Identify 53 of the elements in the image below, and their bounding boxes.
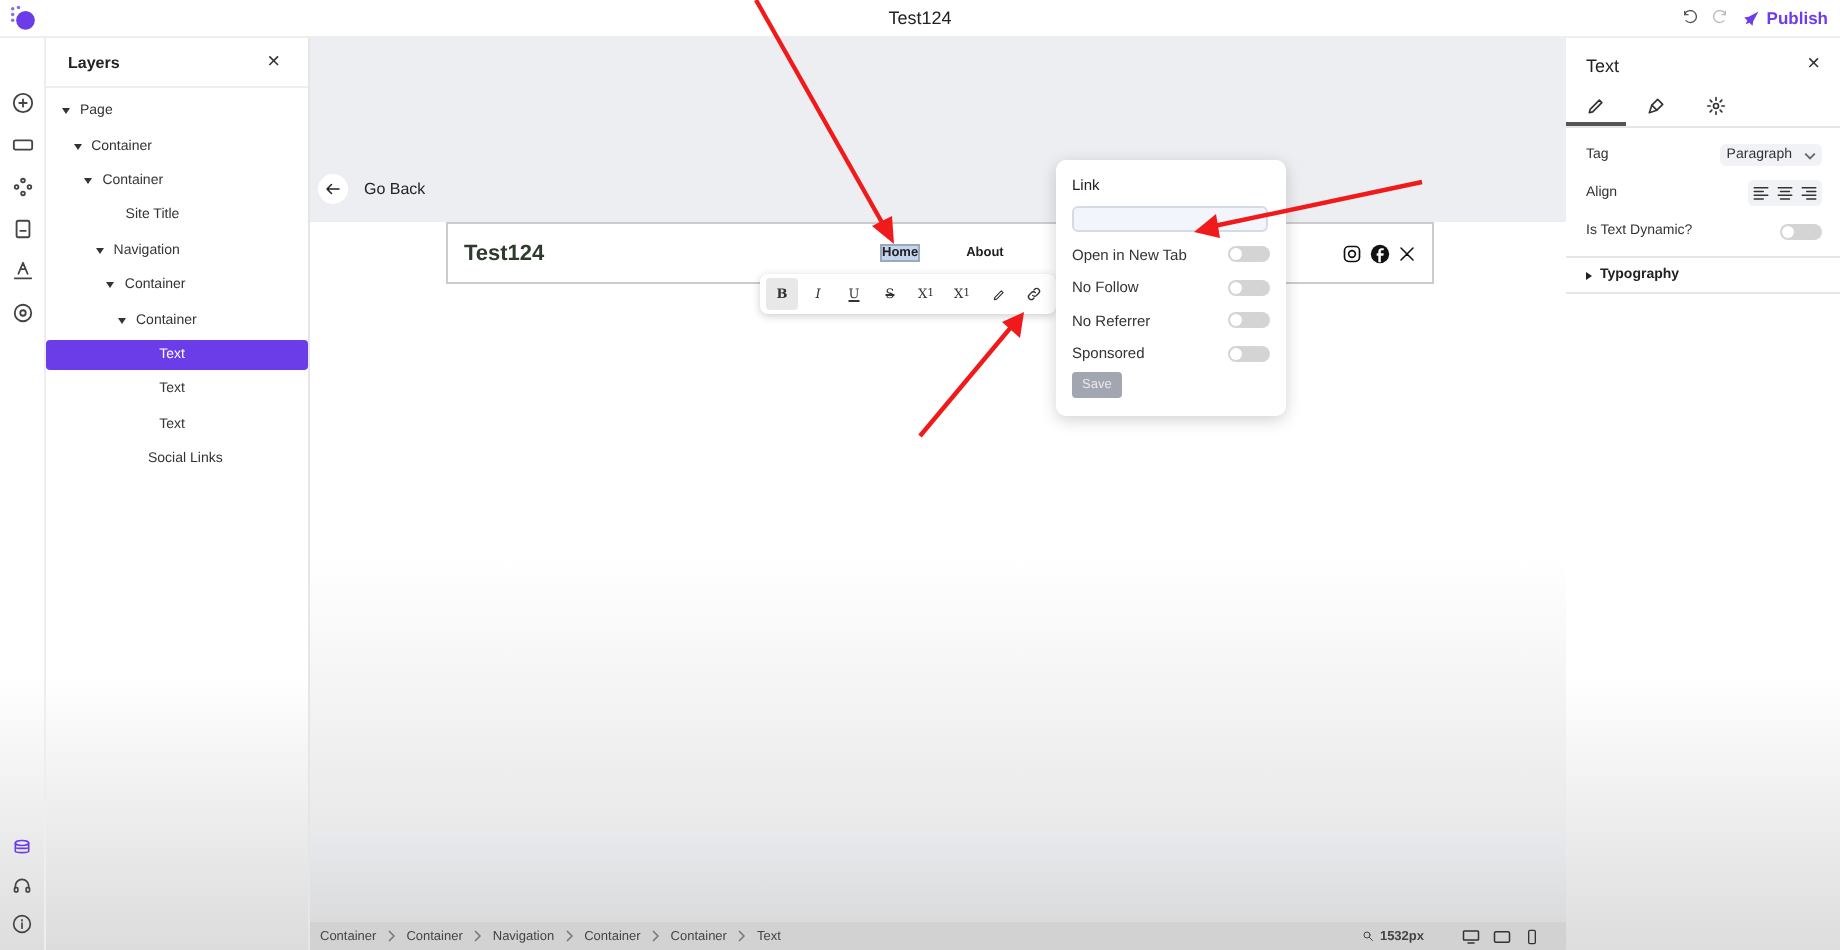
chevron-icon bbox=[386, 930, 397, 942]
toggle-switch[interactable] bbox=[1228, 312, 1270, 329]
x-logo-icon[interactable] bbox=[1398, 243, 1416, 263]
document-title: Test124 bbox=[888, 8, 952, 28]
site-title: Test124 bbox=[464, 241, 545, 265]
components-icon[interactable] bbox=[11, 176, 33, 198]
pages-icon[interactable] bbox=[11, 218, 33, 240]
desktop-icon[interactable] bbox=[1462, 927, 1480, 945]
toggle-switch[interactable] bbox=[1228, 345, 1270, 362]
toggle-switch[interactable] bbox=[1228, 246, 1270, 263]
chevron-down-icon bbox=[1804, 151, 1816, 159]
settings-icon[interactable] bbox=[11, 302, 33, 324]
align-left-button[interactable] bbox=[1750, 182, 1772, 204]
section-icon[interactable] bbox=[11, 134, 33, 156]
typography-icon[interactable] bbox=[11, 260, 33, 282]
layers-icon[interactable] bbox=[12, 838, 32, 858]
toggle-switch[interactable] bbox=[1228, 279, 1270, 296]
headset-icon[interactable] bbox=[12, 876, 32, 896]
panel-title: Text bbox=[1586, 55, 1620, 75]
link-icon bbox=[1026, 286, 1042, 302]
go-back-label[interactable]: Go Back bbox=[364, 179, 426, 197]
back-arrow-icon[interactable] bbox=[324, 179, 342, 197]
undo-icon[interactable] bbox=[1682, 10, 1699, 26]
search-icon bbox=[1361, 930, 1374, 942]
close-button[interactable]: × bbox=[1807, 54, 1820, 76]
logo-icon bbox=[8, 4, 36, 32]
back-button[interactable] bbox=[318, 173, 348, 203]
facebook-icon[interactable] bbox=[1370, 243, 1390, 263]
rocket-icon bbox=[1742, 9, 1761, 27]
align-right-icon bbox=[1800, 184, 1818, 202]
chevron-icon bbox=[650, 930, 661, 942]
chevron-icon bbox=[736, 930, 747, 942]
align-center-icon bbox=[1776, 184, 1794, 202]
chevron-icon bbox=[472, 930, 483, 942]
align-left-icon bbox=[1752, 184, 1770, 202]
pen-icon bbox=[991, 287, 1005, 301]
pencil-icon bbox=[1586, 95, 1606, 115]
phone-icon[interactable] bbox=[1524, 927, 1540, 945]
align-right-button[interactable] bbox=[1798, 182, 1820, 204]
close-button[interactable]: × bbox=[267, 52, 280, 74]
info-icon[interactable] bbox=[12, 914, 32, 934]
gear-icon bbox=[1706, 95, 1726, 115]
brush-icon bbox=[1646, 95, 1666, 115]
annotation-arrow bbox=[918, 312, 1024, 438]
panel-title: Layers bbox=[68, 54, 120, 72]
publish-button[interactable]: Publish bbox=[1742, 8, 1828, 28]
toggle-switch[interactable] bbox=[1780, 223, 1822, 239]
align-center-button[interactable] bbox=[1774, 182, 1796, 204]
instagram-icon[interactable] bbox=[1342, 243, 1362, 263]
chevron-icon bbox=[564, 930, 575, 942]
url-field[interactable] bbox=[1072, 206, 1268, 232]
tablet-icon[interactable] bbox=[1492, 927, 1512, 945]
add-icon[interactable] bbox=[11, 92, 33, 114]
